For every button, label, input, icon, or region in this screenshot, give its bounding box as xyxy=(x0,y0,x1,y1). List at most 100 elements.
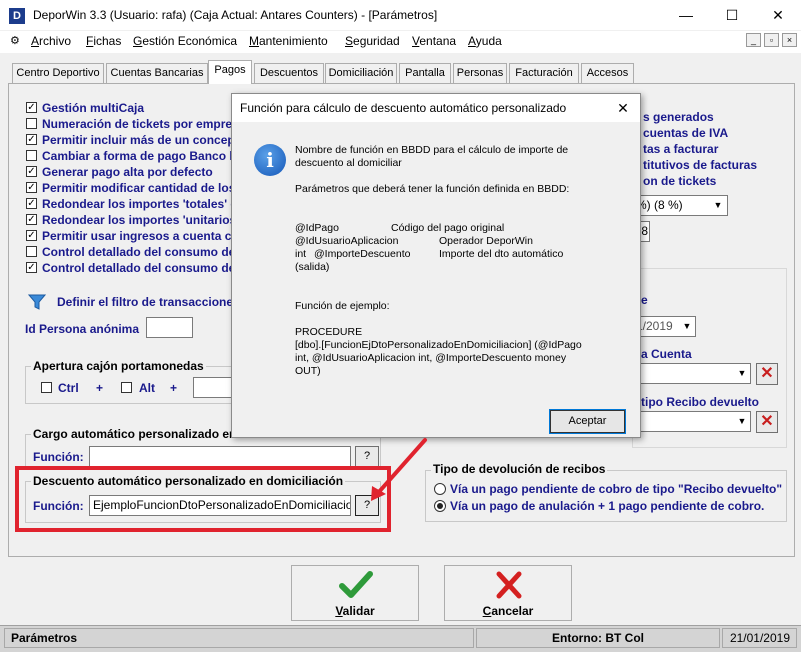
validar-button[interactable]: Validar xyxy=(291,565,419,621)
checkbox-ingresos-cuenta[interactable]: ✓ xyxy=(26,230,37,241)
maximize-button[interactable]: ☐ xyxy=(709,0,755,31)
example-line: PROCEDURE xyxy=(295,326,363,338)
chevron-down-icon[interactable]: ▼ xyxy=(734,364,750,383)
minimize-button[interactable]: — xyxy=(663,0,709,31)
checkbox-numeracion-tickets[interactable] xyxy=(26,118,37,129)
param-name: @ImporteDescuento xyxy=(314,248,411,260)
checkbox-label: Cambiar a forma de pago Banco l xyxy=(42,149,233,163)
radio-recibo-devuelto[interactable] xyxy=(434,483,446,495)
checkbox-label: Gestión multiCaja xyxy=(42,101,145,115)
function-help-dialog: Función para cálculo de descuento automá… xyxy=(231,93,641,438)
accept-button[interactable]: Aceptar xyxy=(549,409,626,434)
checkbox-incluir-concepto[interactable]: ✓ xyxy=(26,134,37,145)
tab-pantalla[interactable]: Pantalla xyxy=(399,63,451,83)
clear-recibo-button[interactable]: ✕ xyxy=(756,411,778,433)
dialog-line-2: descuento al domiciliar xyxy=(295,157,402,169)
param-name: @IdUsuarioAplicacion xyxy=(295,235,399,248)
menu-ventana[interactable]: Ventana xyxy=(412,34,456,48)
mdi-minimize-button[interactable]: _ xyxy=(746,33,761,47)
chevron-down-icon[interactable]: ▼ xyxy=(710,196,726,215)
checkbox-redondear-totales[interactable]: ✓ xyxy=(26,198,37,209)
app-menu-icon[interactable]: ⚙ xyxy=(10,34,24,48)
param-name: @IdPago xyxy=(295,222,339,234)
tab-descuentos[interactable]: Descuentos xyxy=(254,63,324,83)
filter-icon[interactable] xyxy=(28,294,46,310)
info-icon: i xyxy=(254,144,286,176)
menu-archivo[interactable]: Archivo xyxy=(31,34,71,48)
tab-domiciliacion[interactable]: Domiciliación xyxy=(325,63,397,83)
recibo-devuelto-label: tipo Recibo devuelto xyxy=(641,395,760,409)
right-e-label: e xyxy=(641,293,648,307)
id-persona-label: Id Persona anónima xyxy=(25,322,140,336)
tab-centro-deportivo[interactable]: Centro Deportivo xyxy=(12,63,104,83)
checkbox-label: Permitir usar ingresos a cuenta c xyxy=(42,229,232,243)
option-cuotas-facturar: tas a facturar xyxy=(643,142,719,156)
chevron-down-icon[interactable]: ▼ xyxy=(734,412,750,431)
plus-label: + xyxy=(96,381,104,395)
status-section: Parámetros xyxy=(4,628,474,648)
radio-option-2-label: Vía un pago de anulación + 1 pago pendie… xyxy=(450,499,765,513)
checkbox-modificar-cantidad[interactable]: ✓ xyxy=(26,182,37,193)
highlight-box xyxy=(15,466,391,532)
checkbox-redondear-unitarios[interactable]: ✓ xyxy=(26,214,37,225)
example-line: [dbo].[FuncionEjDtoPersonalizadoEnDomici… xyxy=(295,339,582,351)
param-desc: Código del pago original xyxy=(391,222,505,234)
option-sustitutivos-facturas: titutivos de facturas xyxy=(643,158,758,172)
clear-cuenta-button[interactable]: ✕ xyxy=(756,363,778,385)
menu-gestion-economica[interactable]: Gestión Económica xyxy=(133,34,237,48)
checkbox-control-consumo-2[interactable]: ✓ xyxy=(26,262,37,273)
check-icon xyxy=(339,571,373,598)
title-bar: D DeporWin 3.3 (Usuario: rafa) (Caja Act… xyxy=(0,0,801,31)
checkbox-gestion-multicaja[interactable]: ✓ xyxy=(26,102,37,113)
cuenta-label: a Cuenta xyxy=(641,347,692,361)
mdi-restore-button[interactable]: ▫ xyxy=(764,33,779,47)
close-button[interactable]: ✕ xyxy=(755,0,801,31)
checkbox-label: Redondear los importes 'unitarios xyxy=(42,213,237,227)
chevron-down-icon[interactable]: ▼ xyxy=(679,317,695,336)
dialog-close-button[interactable]: ✕ xyxy=(612,98,634,118)
cargo-help-button[interactable]: ? xyxy=(355,446,379,467)
tab-personas[interactable]: Personas xyxy=(453,63,507,83)
checkbox-control-consumo-1[interactable] xyxy=(26,246,37,257)
app-icon: D xyxy=(9,8,25,24)
checkbox-alt[interactable] xyxy=(121,382,132,393)
param-type: int xyxy=(295,248,307,261)
menu-seguridad[interactable]: Seguridad xyxy=(345,34,400,48)
checkbox-cambiar-forma-pago[interactable] xyxy=(26,150,37,161)
checkbox-ctrl[interactable] xyxy=(41,382,52,393)
tab-cuentas-bancarias[interactable]: Cuentas Bancarias xyxy=(106,63,208,83)
cargo-funcion-input[interactable] xyxy=(89,446,351,467)
cargo-funcion-label: Función: xyxy=(33,450,84,464)
cajon-key-input[interactable] xyxy=(193,377,233,398)
checkbox-label: Control detallado del consumo de xyxy=(42,245,236,259)
checkbox-label: Control detallado del consumo de xyxy=(42,261,236,275)
cancel-x-icon xyxy=(496,571,522,599)
plus-label: + xyxy=(170,381,178,395)
cancelar-label: Cancelar xyxy=(482,604,534,618)
example-line: OUT) xyxy=(295,365,321,377)
mdi-close-button[interactable]: × xyxy=(782,33,797,47)
radio-option-1-label: Vía un pago pendiente de cobro de tipo "… xyxy=(450,482,783,496)
cancelar-button[interactable]: Cancelar xyxy=(444,565,572,621)
option-pagos-generados: s generados xyxy=(643,110,714,124)
option-tickets: on de tickets xyxy=(643,174,717,188)
id-persona-input[interactable] xyxy=(146,317,193,338)
tab-pagos[interactable]: Pagos xyxy=(208,60,252,84)
checkbox-pago-alta[interactable]: ✓ xyxy=(26,166,37,177)
radio-pago-anulacion[interactable] xyxy=(434,500,446,512)
param-desc: Importe del dto automático xyxy=(439,248,564,260)
param-desc: Operador DeporWin xyxy=(439,235,533,247)
menu-mantenimiento[interactable]: Mantenimiento xyxy=(249,34,328,48)
ctrl-label: Ctrl xyxy=(58,381,79,395)
tab-accesos[interactable]: Accesos xyxy=(581,63,634,83)
devolucion-group-title: Tipo de devolución de recibos xyxy=(431,462,608,476)
dialog-line-1: Nombre de función en BBDD para el cálcul… xyxy=(295,144,569,156)
validar-label: Validar xyxy=(335,604,375,618)
window-title: DeporWin 3.3 (Usuario: rafa) (Caja Actua… xyxy=(33,8,438,22)
tab-facturacion[interactable]: Facturación xyxy=(509,63,579,83)
filter-transactions-link[interactable]: Definir el filtro de transaccione xyxy=(57,295,233,309)
menu-fichas[interactable]: Fichas xyxy=(86,34,121,48)
menu-ayuda[interactable]: Ayuda xyxy=(468,34,502,48)
cajon-group-title: Apertura cajón portamonedas xyxy=(31,359,206,373)
checkbox-label: Numeración de tickets por empre xyxy=(42,117,233,131)
